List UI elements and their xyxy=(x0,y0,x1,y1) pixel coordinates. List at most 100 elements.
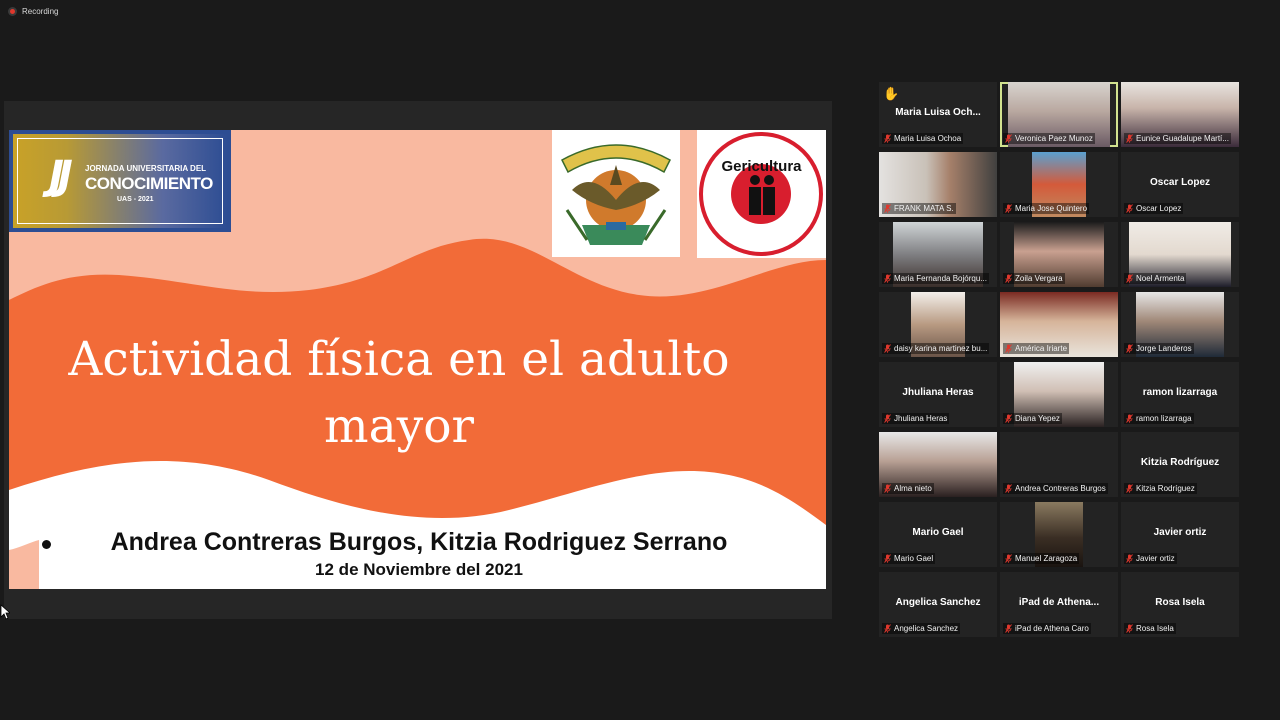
participant-name-label: Oscar Lopez xyxy=(1124,203,1184,214)
participant-name-label: Javier ortiz xyxy=(1124,553,1177,564)
participant-name: Maria Luisa Ochoa xyxy=(894,134,962,143)
muted-mic-icon xyxy=(884,274,891,283)
muted-mic-icon xyxy=(1126,484,1133,493)
gericultura-logo: Gericultura xyxy=(697,130,826,258)
participant-tile[interactable]: Jorge Landeros xyxy=(1121,292,1239,357)
participant-tile[interactable]: FRANK MATA S. xyxy=(879,152,997,217)
participant-name-label: Kitzia Rodríguez xyxy=(1124,483,1197,494)
participant-name-label: Andrea Contreras Burgos xyxy=(1003,483,1108,494)
participant-tile[interactable]: Zoila Vergara xyxy=(1000,222,1118,287)
muted-mic-icon xyxy=(1126,624,1133,633)
participant-tile[interactable]: Oscar Lopez Oscar Lopez xyxy=(1121,152,1239,217)
participant-tile[interactable]: Jhuliana Heras Jhuliana Heras xyxy=(879,362,997,427)
participant-name-label: América Iriarte xyxy=(1003,343,1070,354)
participant-name-label: daisy karina martinez bu... xyxy=(882,343,990,354)
participant-tile[interactable]: ramon lizarraga ramon lizarraga xyxy=(1121,362,1239,427)
participant-name-label: FRANK MATA S. xyxy=(882,203,956,214)
participant-display-name: Javier ortiz xyxy=(1153,527,1207,538)
muted-mic-icon xyxy=(1005,554,1012,563)
muted-mic-icon xyxy=(1005,204,1012,213)
participant-tile[interactable]: Alma nieto xyxy=(879,432,997,497)
jornada-logo: JJ JORNADA UNIVERSITARIA DEL CONOCIMIENT… xyxy=(9,130,231,232)
logo-line1: JORNADA UNIVERSITARIA DEL xyxy=(85,164,207,173)
participant-name: Javier ortiz xyxy=(1136,554,1175,563)
participant-name-label: ramon lizarraga xyxy=(1124,413,1194,424)
participant-tile[interactable]: Mario Gael Mario Gael xyxy=(879,502,997,567)
participant-name: Noel Armenta xyxy=(1136,274,1185,283)
recording-label: Recording xyxy=(22,7,59,16)
muted-mic-icon xyxy=(884,554,891,563)
participant-name: iPad de Athena Caro xyxy=(1015,624,1089,633)
muted-mic-icon xyxy=(884,344,891,353)
muted-mic-icon xyxy=(884,134,891,143)
participant-name: Kitzia Rodríguez xyxy=(1136,484,1195,493)
participant-tile[interactable]: Manuel Zaragoza xyxy=(1000,502,1118,567)
logo-line3: UAS - 2021 xyxy=(117,196,154,203)
muted-mic-icon xyxy=(1126,414,1133,423)
participant-name-label: Manuel Zaragoza xyxy=(1003,553,1080,564)
recording-indicator[interactable]: Recording xyxy=(8,7,58,16)
participant-name: Rosa Isela xyxy=(1136,624,1174,633)
muted-mic-icon xyxy=(1005,624,1012,633)
participant-tile[interactable]: daisy karina martinez bu... xyxy=(879,292,997,357)
participant-tile[interactable]: Angelica Sanchez Angelica Sanchez xyxy=(879,572,997,637)
muted-mic-icon xyxy=(1005,484,1012,493)
slide-authors: Andrea Contreras Burgos, Kitzia Rodrigue… xyxy=(110,528,728,556)
participant-name-label: Eunice Guadalupe Martí... xyxy=(1124,133,1231,144)
participant-name-label: Diana Yepez xyxy=(1003,413,1062,424)
muted-mic-icon xyxy=(1005,344,1012,353)
muted-mic-icon xyxy=(1126,344,1133,353)
participant-name-label: Alma nieto xyxy=(882,483,934,494)
participant-name-label: Noel Armenta xyxy=(1124,273,1187,284)
muted-mic-icon xyxy=(1126,204,1133,213)
participant-tile[interactable]: Rosa Isela Rosa Isela xyxy=(1121,572,1239,637)
participant-display-name: Maria Luisa Och... xyxy=(895,107,981,118)
participant-name: Oscar Lopez xyxy=(1136,204,1182,213)
muted-mic-icon xyxy=(884,204,891,213)
participant-name: Eunice Guadalupe Martí... xyxy=(1136,134,1229,143)
participant-tile[interactable]: Andrea Contreras Burgos xyxy=(1000,432,1118,497)
participant-name-label: Zoila Vergara xyxy=(1003,273,1065,284)
slide-title-line2: mayor xyxy=(324,399,474,454)
participant-name: ramon lizarraga xyxy=(1136,414,1192,423)
muted-mic-icon xyxy=(1126,134,1133,143)
participant-tile[interactable]: Veronica Paez Munoz xyxy=(1000,82,1118,147)
participant-name: daisy karina martinez bu... xyxy=(894,344,988,353)
participant-tile[interactable]: Diana Yepez xyxy=(1000,362,1118,427)
participant-tile[interactable]: iPad de Athena... iPad de Athena Caro xyxy=(1000,572,1118,637)
participant-name: Mario Gael xyxy=(894,554,934,563)
participant-tile[interactable]: Maria Fernanda Bojórqu... xyxy=(879,222,997,287)
participant-tile[interactable]: Javier ortiz Javier ortiz xyxy=(1121,502,1239,567)
participant-tile[interactable]: Eunice Guadalupe Martí... xyxy=(1121,82,1239,147)
participant-name-label: Mario Gael xyxy=(882,553,936,564)
gericultura-title: Gericultura xyxy=(721,158,802,175)
participant-tile[interactable]: Kitzia Rodríguez Kitzia Rodríguez xyxy=(1121,432,1239,497)
muted-mic-icon xyxy=(884,484,891,493)
participant-tile[interactable]: América Iriarte xyxy=(1000,292,1118,357)
participant-name-label: Jhuliana Heras xyxy=(882,413,950,424)
mouse-cursor-icon xyxy=(0,604,10,620)
slide-date: 12 de Noviembre del 2021 xyxy=(315,560,523,579)
participant-name-label: Veronica Paez Munoz xyxy=(1003,133,1095,144)
participant-name: Alma nieto xyxy=(894,484,932,493)
participant-name: Andrea Contreras Burgos xyxy=(1015,484,1106,493)
participant-name: Diana Yepez xyxy=(1015,414,1060,423)
participant-name-label: iPad de Athena Caro xyxy=(1003,623,1091,634)
participant-tile[interactable]: Noel Armenta xyxy=(1121,222,1239,287)
participant-name-label: Maria Fernanda Bojórqu... xyxy=(882,273,989,284)
participant-display-name: Mario Gael xyxy=(912,527,964,538)
participant-name-label: Angelica Sanchez xyxy=(882,623,961,634)
muted-mic-icon xyxy=(1126,554,1133,563)
participant-name: Veronica Paez Munoz xyxy=(1015,134,1093,143)
bullet-icon xyxy=(42,540,51,549)
muted-mic-icon xyxy=(1005,274,1012,283)
participant-name: FRANK MATA S. xyxy=(894,204,954,213)
participant-name-label: Jorge Landeros xyxy=(1124,343,1194,354)
participant-name-label: Rosa Isela xyxy=(1124,623,1176,634)
participant-name: Jhuliana Heras xyxy=(894,414,948,423)
participant-tile[interactable]: Maria Luisa Och... ✋ Maria Luisa Ochoa xyxy=(879,82,997,147)
participant-display-name: Oscar Lopez xyxy=(1149,177,1211,188)
participant-name-label: Maria Luisa Ochoa xyxy=(882,133,964,144)
muted-mic-icon xyxy=(884,624,891,633)
participant-tile[interactable]: Maria Jose Quintero xyxy=(1000,152,1118,217)
